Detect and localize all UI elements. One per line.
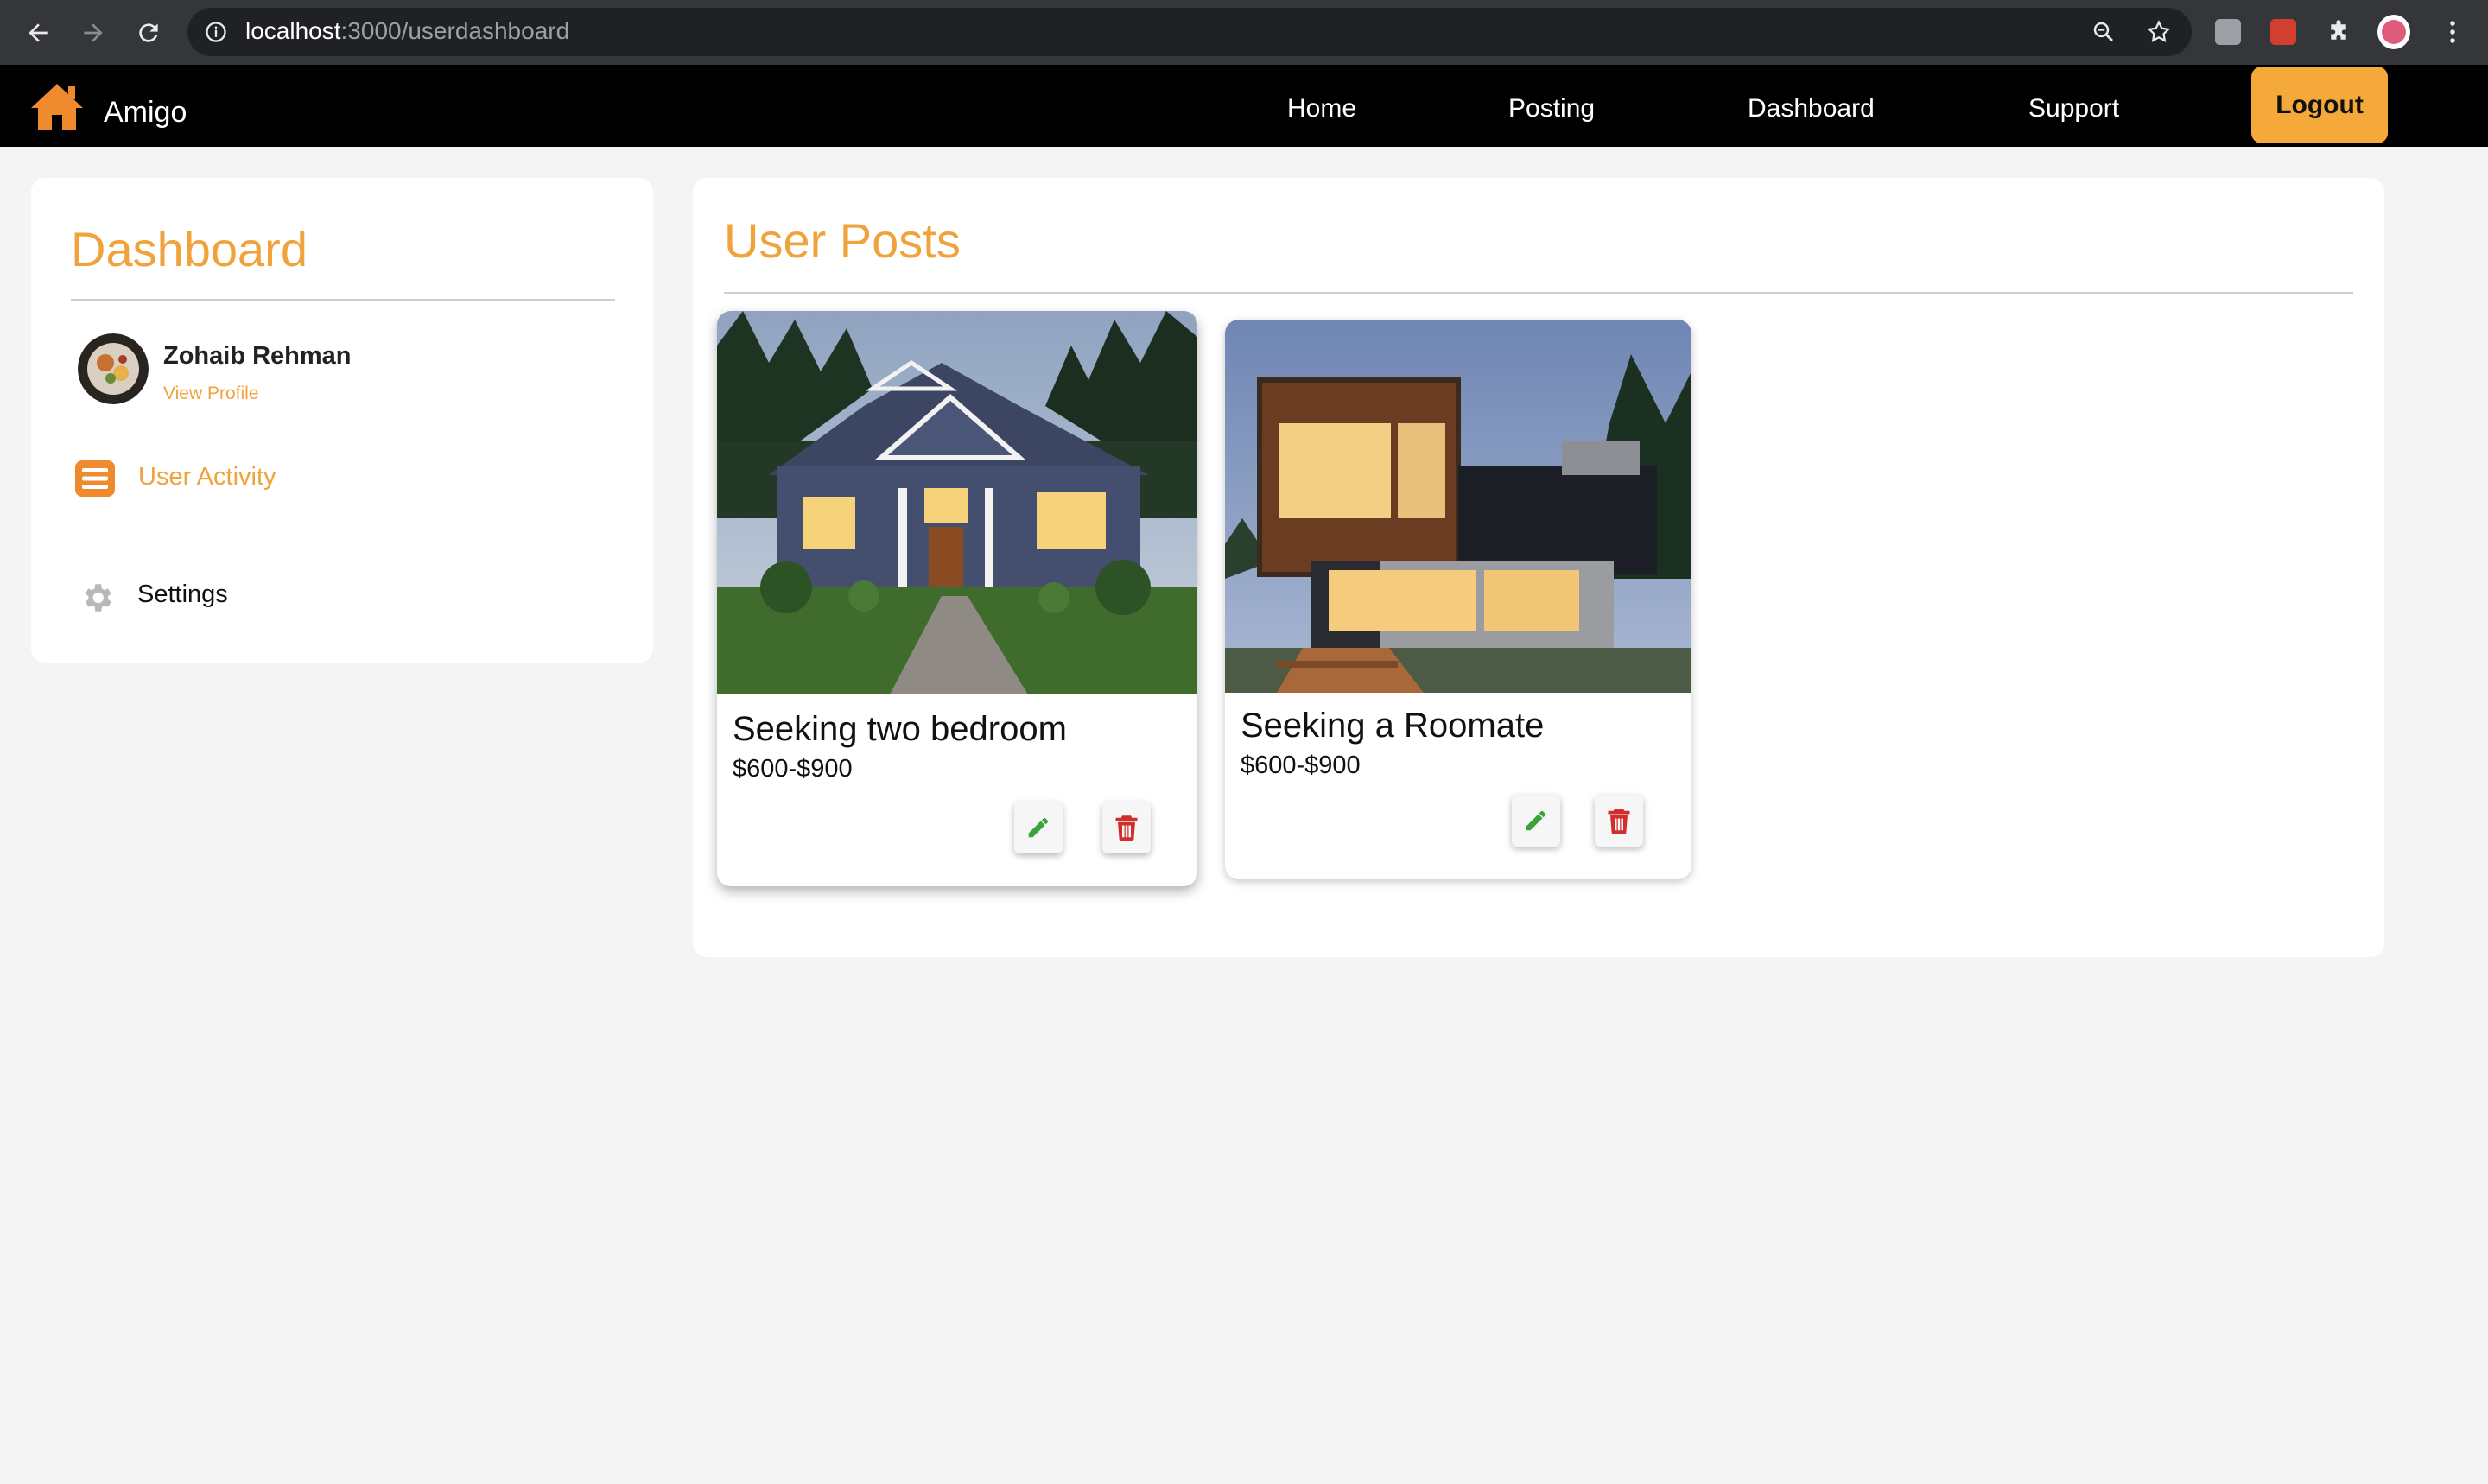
pencil-icon	[1526, 810, 1546, 831]
edit-button[interactable]	[1014, 802, 1063, 853]
post-price: $600-$900	[733, 755, 853, 783]
info-icon[interactable]	[204, 20, 228, 44]
reload-icon[interactable]	[131, 16, 166, 50]
avatar[interactable]	[78, 333, 149, 404]
sidebar-item-user-activity[interactable]: User Activity	[138, 463, 276, 491]
modern-house-photo	[1225, 320, 1691, 693]
browser-toolbar: localhost:3000/userdashboard	[0, 0, 2488, 65]
delete-button[interactable]	[1102, 802, 1151, 853]
trash-icon	[1115, 815, 1138, 841]
extension-icon[interactable]	[2267, 16, 2300, 48]
puzzle-icon[interactable]	[2322, 16, 2355, 48]
url-path: :3000/userdashboard	[340, 17, 570, 44]
list-icon[interactable]	[74, 458, 116, 499]
app-navbar: Amigo Home Posting Dashboard Support	[0, 65, 2488, 147]
user-name: Zohaib Rehman	[163, 342, 352, 370]
divider	[71, 299, 615, 301]
extension-icon[interactable]	[2212, 16, 2244, 48]
page-title: User Posts	[724, 213, 961, 268]
nav-link-support[interactable]: Support	[2028, 94, 2119, 124]
star-icon[interactable]	[2142, 16, 2175, 48]
post-card[interactable]: Seeking a Roomate $600-$900	[1225, 320, 1691, 879]
craftsman-house-photo	[717, 311, 1197, 694]
gear-icon[interactable]	[76, 577, 117, 618]
edit-button[interactable]	[1512, 795, 1560, 847]
post-price: $600-$900	[1241, 752, 1361, 779]
forward-icon[interactable]	[76, 16, 111, 50]
view-profile-link[interactable]: View Profile	[163, 384, 259, 404]
nav-link-home[interactable]: Home	[1287, 94, 1356, 124]
zoom-icon[interactable]	[2087, 16, 2120, 48]
back-icon[interactable]	[21, 16, 55, 50]
profile-avatar-icon[interactable]	[2377, 15, 2410, 49]
post-title: Seeking a Roomate	[1241, 707, 1545, 745]
sidebar-title: Dashboard	[71, 222, 308, 276]
home-icon[interactable]	[29, 80, 85, 132]
nav-link-dashboard[interactable]: Dashboard	[1748, 94, 1875, 124]
sidebar-card: Dashboard Zohaib Rehman View Profile Use…	[31, 178, 653, 663]
url-text[interactable]: localhost:3000/userdashboard	[245, 17, 569, 45]
delete-button[interactable]	[1595, 795, 1643, 847]
url-host: localhost	[245, 17, 341, 44]
sidebar-item-settings[interactable]: Settings	[137, 580, 228, 609]
post-card[interactable]: Seeking two bedroom $600-$900	[717, 311, 1197, 886]
brand-name[interactable]: Amigo	[104, 96, 187, 130]
post-title: Seeking two bedroom	[733, 710, 1067, 748]
trash-icon	[1608, 809, 1630, 834]
nav-link-posting[interactable]: Posting	[1508, 94, 1595, 124]
pencil-icon	[1028, 817, 1049, 838]
logout-button[interactable]: Logout	[2251, 67, 2388, 143]
divider	[724, 292, 2353, 294]
menu-dots-icon[interactable]	[2436, 16, 2469, 48]
